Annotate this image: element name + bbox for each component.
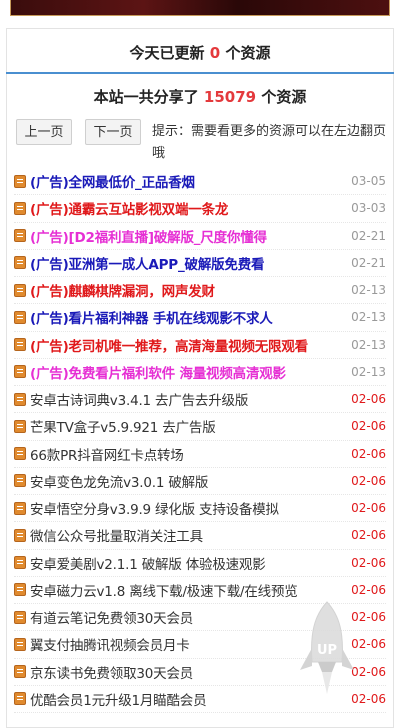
item-title-link[interactable]: 安卓变色龙免流v3.0.1 破解版 (30, 471, 346, 491)
item-date: 02-06 (351, 473, 386, 488)
item-title-link[interactable]: 安卓悟空分身v3.9.9 绿化版 支持设备模拟 (30, 498, 346, 518)
list-item[interactable]: 安卓古诗词典v3.4.1 去广告去升级版 02-06 (14, 386, 386, 414)
item-title-link[interactable]: (广告)全网最低价_正品香烟 (30, 171, 346, 191)
list-item[interactable]: (广告)免费看片福利软件 海量视频高清观影 02-13 (14, 359, 386, 386)
document-icon (14, 637, 26, 651)
next-page-button[interactable]: 下一页 (85, 119, 141, 145)
item-date: 02-13 (351, 364, 386, 379)
list-item[interactable]: 66款PR抖音网红卡点转场 02-06 (14, 441, 386, 468)
document-icon (14, 392, 26, 406)
total-suffix: 个资源 (261, 88, 307, 106)
today-label: 今天已更新 (129, 44, 205, 62)
document-icon (14, 665, 26, 679)
document-icon (14, 528, 26, 542)
list-item[interactable]: 微信公众号批量取消关注工具 02-06 (14, 522, 386, 550)
document-icon (14, 338, 26, 352)
total-label: 本站一共分享了 (93, 88, 199, 106)
document-icon (14, 201, 26, 215)
document-icon (14, 501, 26, 515)
item-date: 03-05 (351, 174, 386, 189)
item-title-link[interactable]: (广告)老司机唯一推荐，高清海量视频无限观看 (30, 335, 346, 355)
item-title-link[interactable]: (广告)亚洲第一成人APP_破解版免费看 (30, 253, 346, 273)
today-count-value: 0 (209, 44, 221, 62)
list-item[interactable]: 安卓爱美剧v2.1.1 破解版 体验极速观影 02-06 (14, 550, 386, 577)
item-title-link[interactable]: 安卓古诗词典v3.4.1 去广告去升级版 (30, 389, 346, 409)
today-suffix: 个资源 (225, 44, 271, 62)
document-icon (14, 447, 26, 461)
item-date: 02-21 (351, 228, 386, 243)
total-resource-count: 本站一共分享了 15079 个资源 (6, 86, 394, 108)
item-date: 02-06 (351, 501, 386, 516)
item-date: 02-13 (351, 310, 386, 325)
document-icon (14, 229, 26, 243)
top-banner-ad[interactable] (10, 0, 390, 16)
item-date: 02-06 (351, 528, 386, 543)
prev-page-button[interactable]: 上一页 (16, 119, 72, 145)
item-title-link[interactable]: (广告)通霸云互站影视双端一条龙 (30, 198, 346, 218)
document-icon (14, 310, 26, 324)
list-item[interactable]: (广告)麒麟棋牌漏洞，网声发财 02-13 (14, 277, 386, 305)
item-date: 03-03 (351, 201, 386, 216)
list-item[interactable]: (广告)[D2福利直播]破解版_尺度你懂得 02-21 (14, 223, 386, 250)
document-icon (14, 583, 26, 597)
list-item[interactable]: 安卓悟空分身v3.9.9 绿化版 支持设备模拟 02-06 (14, 495, 386, 523)
item-title-link[interactable]: 安卓爱美剧v2.1.1 破解版 体验极速观影 (30, 553, 346, 573)
item-date: 02-06 (351, 392, 386, 407)
list-item[interactable]: (广告)通霸云互站影视双端一条龙 03-03 (14, 195, 386, 223)
back-to-top-button[interactable]: UP (296, 600, 358, 696)
document-icon (14, 610, 26, 624)
item-date: 02-06 (351, 446, 386, 461)
item-title-link[interactable]: (广告)麒麟棋牌漏洞，网声发财 (30, 280, 346, 300)
list-item[interactable]: (广告)亚洲第一成人APP_破解版免费看 02-21 (14, 250, 386, 277)
item-title-link[interactable]: (广告)[D2福利直播]破解版_尺度你懂得 (30, 226, 346, 246)
document-icon (14, 474, 26, 488)
item-date: 02-21 (351, 255, 386, 270)
item-date: 02-13 (351, 283, 386, 298)
item-date: 02-06 (351, 582, 386, 597)
item-title-link[interactable]: 66款PR抖音网红卡点转场 (30, 444, 346, 464)
document-icon (14, 692, 26, 706)
list-item[interactable]: 芒果TV盒子v5.9.921 去广告版 02-06 (14, 413, 386, 441)
document-icon (14, 174, 26, 188)
document-icon (14, 556, 26, 570)
list-item[interactable]: (广告)全网最低价_正品香烟 03-05 (14, 168, 386, 196)
document-icon (14, 283, 26, 297)
divider (6, 72, 394, 74)
item-title-link[interactable]: 安卓磁力云v1.8 离线下载/极速下载/在线预览 (30, 580, 346, 600)
document-icon (14, 365, 26, 379)
item-date: 02-06 (351, 555, 386, 570)
document-icon (14, 256, 26, 270)
item-title-link[interactable]: 微信公众号批量取消关注工具 (30, 525, 346, 545)
item-title-link[interactable]: (广告)免费看片福利软件 海量视频高清观影 (30, 362, 346, 382)
list-item[interactable]: (广告)老司机唯一推荐，高清海量视频无限观看 02-13 (14, 332, 386, 359)
today-update-count: 今天已更新 0 个资源 (6, 42, 394, 64)
list-item[interactable]: 安卓变色龙免流v3.0.1 破解版 02-06 (14, 468, 386, 495)
item-title-link[interactable]: 芒果TV盒子v5.9.921 去广告版 (30, 416, 346, 436)
total-count-value: 15079 (203, 88, 257, 106)
list-item[interactable]: (广告)看片福利神器 手机在线观影不求人 02-13 (14, 304, 386, 332)
pager-hint: 提示：需要看更多的资源可以在左边翻页哦 (152, 124, 387, 161)
document-icon (14, 419, 26, 433)
item-date: 02-13 (351, 337, 386, 352)
up-label: UP (317, 643, 337, 658)
item-date: 02-06 (351, 419, 386, 434)
item-title-link[interactable]: (广告)看片福利神器 手机在线观影不求人 (30, 307, 346, 327)
